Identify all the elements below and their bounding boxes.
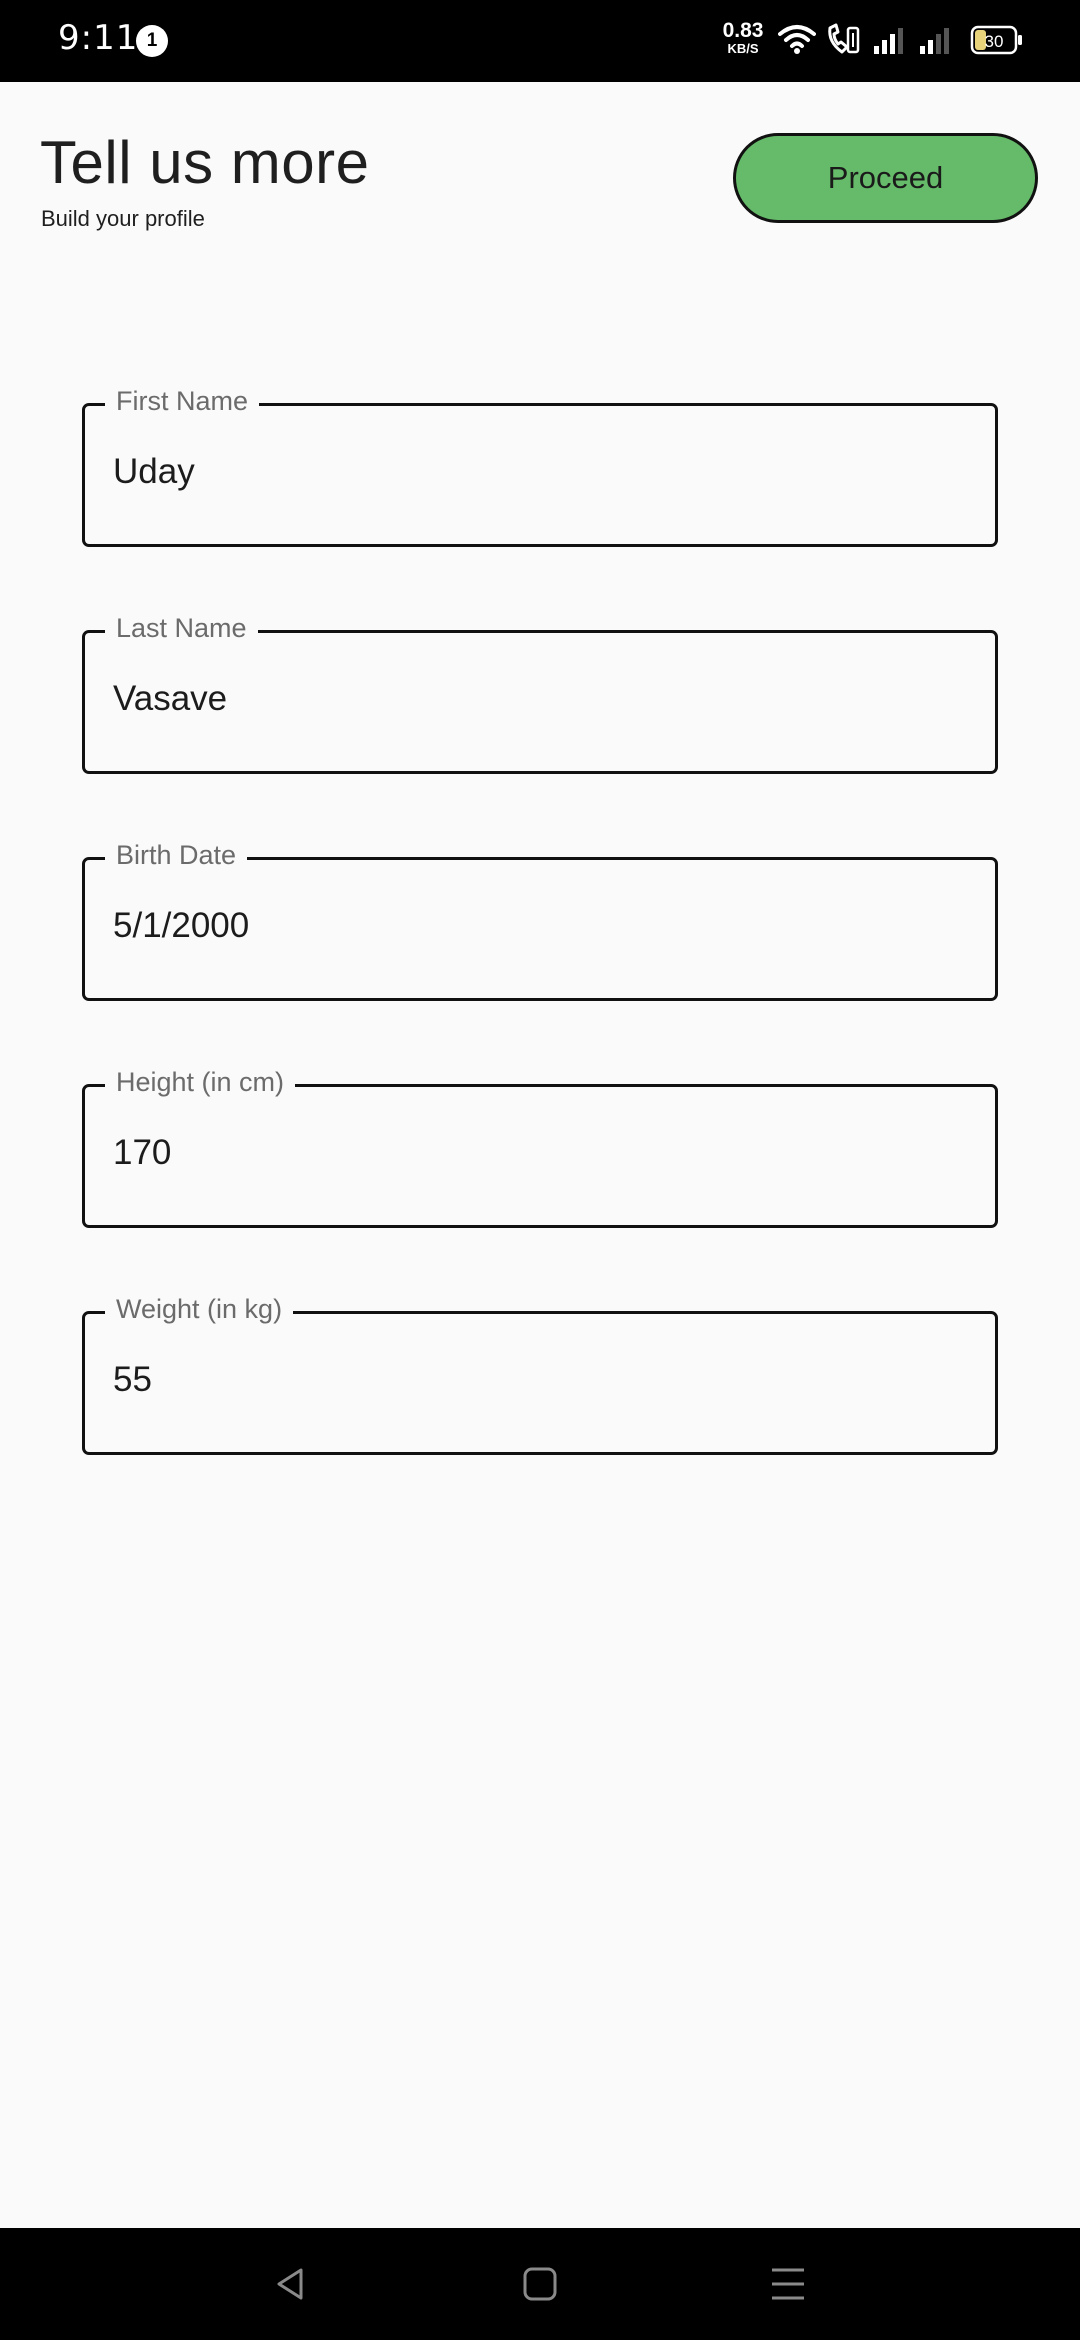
weight-label: Weight (in kg) [105,1292,294,1326]
status-time: 9:11 [58,18,139,58]
home-button[interactable] [480,2228,600,2340]
page-subtitle: Build your profile [41,206,205,231]
birth-date-field[interactable]: Birth Date 5/1/2000 [82,838,998,1001]
proceed-button[interactable]: Proceed [733,133,1038,223]
navigation-bar [0,2228,1080,2340]
weight-value[interactable]: 55 [113,1360,152,1400]
first-name-field[interactable]: First Name Uday [82,384,998,547]
height-label: Height (in cm) [105,1065,296,1099]
notification-count-badge: 1 [136,25,168,57]
height-field[interactable]: Height (in cm) 170 [82,1065,998,1228]
signal-sim2-icon [920,28,949,54]
first-name-label: First Name [105,384,260,418]
battery-icon: 30 [970,25,1022,55]
birth-date-value[interactable]: 5/1/2000 [113,906,249,946]
wifi-icon [778,25,816,54]
weight-field[interactable]: Weight (in kg) 55 [82,1292,998,1455]
network-speed-value: 0.83 [722,19,764,42]
status-bar: 9:11 1 0.83 KB/S 30 [0,0,1080,82]
signal-sim1-icon [874,28,903,54]
volte-call-icon [828,23,860,54]
recents-button[interactable] [728,2228,848,2340]
battery-level: 30 [985,32,1004,51]
back-icon [277,2268,303,2300]
network-speed: 0.83 KB/S [718,20,768,55]
last-name-field[interactable]: Last Name Vasave [82,611,998,774]
height-value[interactable]: 170 [113,1133,171,1173]
first-name-value[interactable]: Uday [113,452,195,492]
back-button[interactable] [231,2228,351,2340]
last-name-label: Last Name [105,611,258,645]
page-title: Tell us more [40,129,370,196]
home-icon [523,2267,557,2301]
last-name-value[interactable]: Vasave [113,679,227,719]
network-speed-unit: KB/S [727,41,759,56]
birth-date-label: Birth Date [105,838,248,872]
recents-icon [772,2268,804,2300]
